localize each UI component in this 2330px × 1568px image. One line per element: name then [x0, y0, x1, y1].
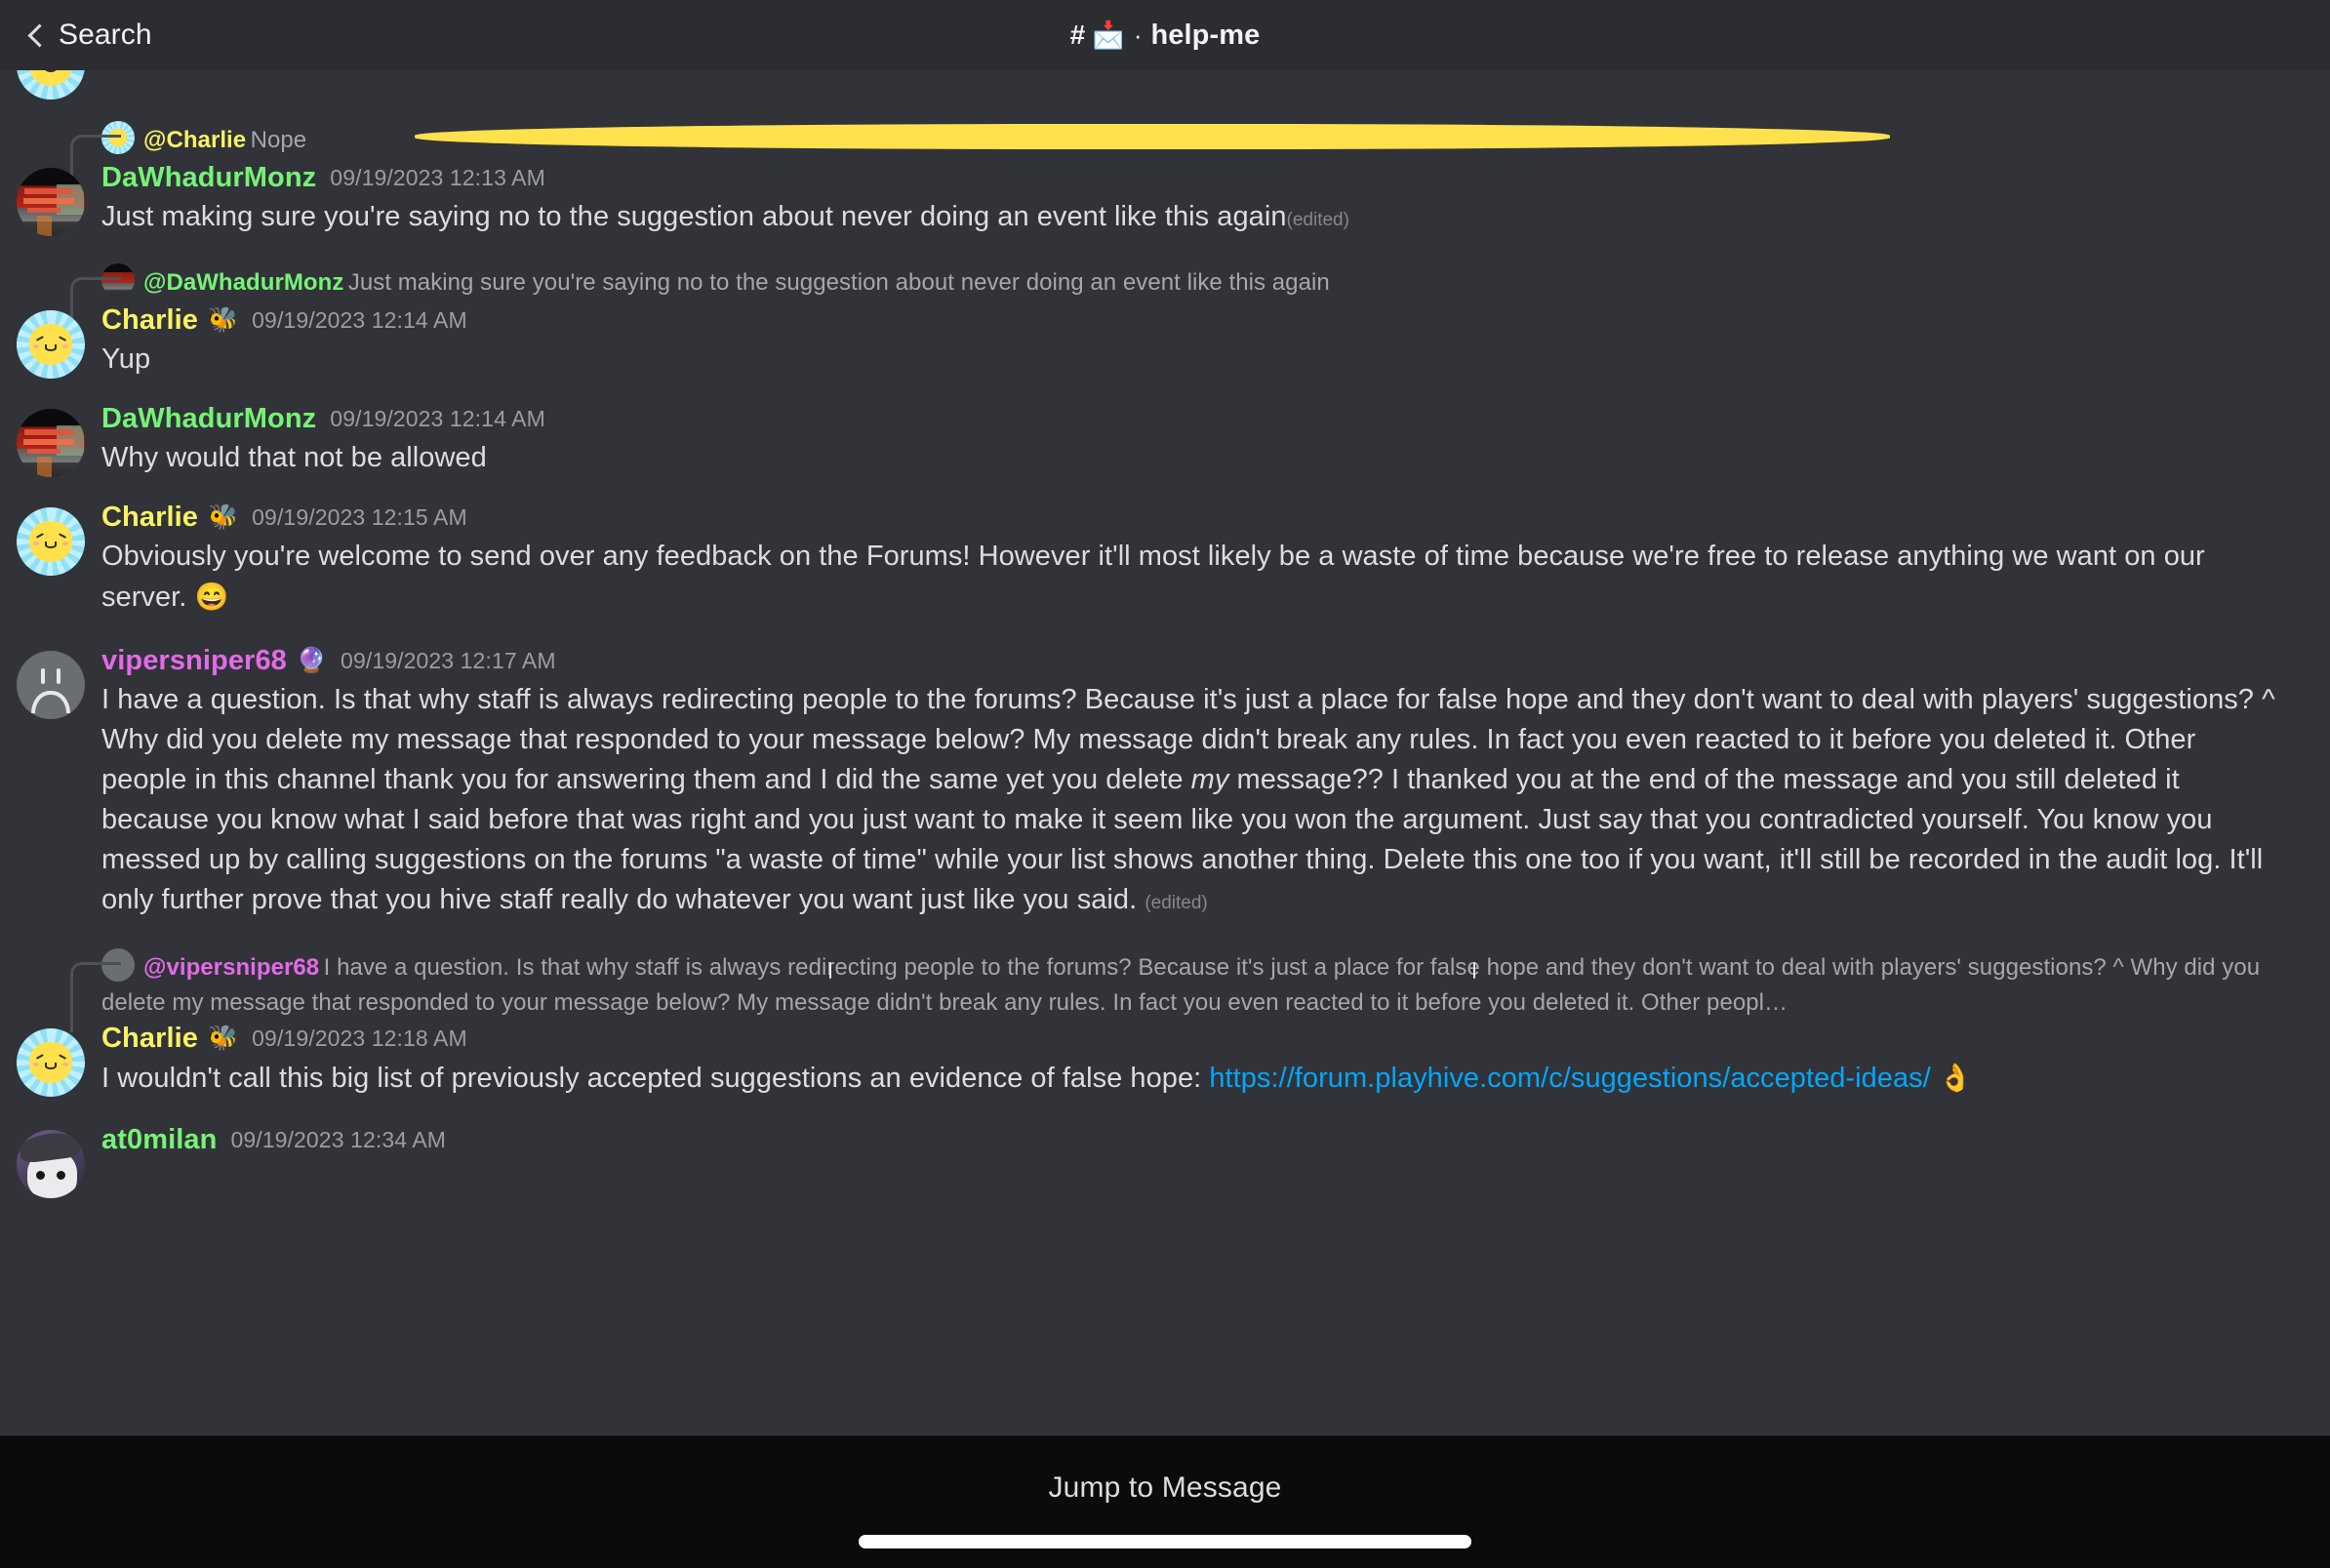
avatar-column: [0, 405, 101, 477]
message-text: Just making sure you're saying no to the…: [101, 201, 1349, 232]
channel-name: help-me: [1150, 19, 1261, 51]
bee-badge-icon: 🐝: [208, 503, 239, 531]
message-timestamp: 09/19/2023 12:14 AM: [330, 406, 545, 431]
message-author[interactable]: at0milan: [101, 1126, 217, 1154]
message-item[interactable]: Charlie 🐝 09/19/2023 12:15 AM Obviously …: [0, 478, 2330, 618]
reply-preview[interactable]: @Charlie Nope: [0, 115, 2305, 180]
message-item[interactable]: @Charlie Nope DaWhadurMonz 09/19/2023 12…: [0, 100, 2330, 240]
nether-star-badge-icon: 🔮: [296, 647, 328, 674]
dawhadurmonz-pixel-avatar: [101, 263, 135, 297]
message-author[interactable]: Charlie: [101, 1025, 198, 1053]
title-separator: ·: [1133, 20, 1143, 50]
avatar-column: [0, 70, 101, 100]
bee-badge-icon: 🐝: [208, 1025, 239, 1052]
message-timestamp: 09/19/2023 12:15 AM: [252, 504, 467, 530]
app-header: Search # 📩 · help-me: [0, 0, 2330, 70]
ok-hand-icon: 👌: [1938, 1063, 1973, 1093]
discord-search-result-screen: Search # 📩 · help-me Nope: [0, 0, 2330, 1568]
message-header: vipersniper68 🔮 09/19/2023 12:17 AM: [101, 647, 2285, 680]
message-item[interactable]: Nope: [0, 70, 2330, 100]
message-header: DaWhadurMonz 09/19/2023 12:13 AM: [101, 164, 2285, 197]
message-timestamp: 09/19/2023 12:18 AM: [252, 1025, 467, 1051]
reply-text: Just making sure you're saying no to the…: [347, 269, 1330, 296]
at0milan-cat-avatar[interactable]: [17, 1130, 85, 1198]
message-timestamp: 09/19/2023 12:13 AM: [330, 165, 545, 190]
avatar-column: [0, 503, 101, 576]
message-header: DaWhadurMonz 09/19/2023 12:14 AM: [101, 405, 2285, 438]
charlie-sun-avatar[interactable]: [17, 310, 85, 379]
forum-link[interactable]: https://forum.playhive.com/c/suggestions…: [1209, 1063, 1930, 1094]
message-item[interactable]: at0milan 09/19/2023 12:34 AM: [0, 1099, 2330, 1198]
message-list[interactable]: Nope @Charlie Nope: [0, 70, 2330, 1435]
charlie-sun-avatar[interactable]: [17, 507, 85, 576]
sad-face-avatar: [101, 948, 1475, 982]
reply-text: Nope: [250, 127, 307, 153]
reply-preview[interactable]: @DaWhadurMonz Just making sure you're sa…: [0, 258, 2305, 322]
sad-face-avatar[interactable]: [17, 651, 85, 719]
grinning-face-icon: 😄: [194, 582, 229, 612]
avatar-column: [0, 647, 101, 719]
reply-author[interactable]: @vipersniper68: [143, 954, 319, 981]
message-timestamp: 09/19/2023 12:17 AM: [341, 648, 556, 673]
reply-text: I have a question. Is that why staff is …: [101, 954, 2261, 1016]
avatar-column: [0, 1126, 101, 1198]
avatar-column: [0, 306, 101, 379]
hash-icon: #: [1069, 20, 1086, 50]
charlie-sun-avatar[interactable]: [17, 70, 85, 100]
avatar-column: [0, 1025, 101, 1097]
message-item[interactable]: DaWhadurMonz 09/19/2023 12:14 AM Why wou…: [0, 380, 2330, 478]
message-header: at0milan 09/19/2023 12:34 AM: [101, 1126, 2285, 1159]
message-text: Why would that not be allowed: [101, 442, 487, 473]
chevron-left-icon: [25, 24, 47, 46]
back-label: Search: [59, 19, 152, 51]
message-text: Obviously you're welcome to send over an…: [101, 541, 2205, 613]
channel-title: # 📩 · help-me: [0, 0, 2330, 70]
back-to-search-button[interactable]: Search: [25, 19, 152, 52]
envelope-icon: 📩: [1092, 20, 1125, 50]
reply-author[interactable]: @Charlie: [143, 127, 246, 153]
reply-preview[interactable]: @vipersniper68 I have a question. Is tha…: [0, 943, 2305, 1032]
edited-marker: (edited): [1286, 210, 1349, 230]
message-author[interactable]: Charlie: [101, 503, 198, 532]
message-header: Charlie 🐝 09/19/2023 12:15 AM: [101, 503, 2285, 537]
dawhadurmonz-pixel-avatar[interactable]: [17, 168, 85, 236]
message-author[interactable]: Charlie: [101, 306, 198, 335]
edited-marker: (edited): [1145, 893, 1208, 913]
home-indicator: [859, 1535, 1471, 1548]
message-item[interactable]: @vipersniper68 I have a question. Is tha…: [0, 923, 2330, 1099]
footer-bar: Jump to Message: [0, 1435, 2330, 1568]
jump-to-message-button[interactable]: Jump to Message: [1048, 1471, 1281, 1505]
message-author[interactable]: DaWhadurMonz: [101, 405, 316, 433]
message-text: Yup: [101, 343, 151, 375]
message-header: Charlie 🐝 09/19/2023 12:18 AM: [101, 1025, 2285, 1058]
charlie-sun-avatar: [101, 121, 1890, 154]
bee-badge-icon: 🐝: [208, 306, 239, 334]
message-timestamp: 09/19/2023 12:34 AM: [230, 1127, 447, 1152]
message-item[interactable]: vipersniper68 🔮 09/19/2023 12:17 AM I ha…: [0, 618, 2330, 923]
avatar-column: [0, 164, 101, 236]
message-author[interactable]: vipersniper68: [101, 647, 287, 675]
message-text: I wouldn't call this big list of previou…: [101, 1063, 1973, 1094]
charlie-sun-avatar[interactable]: [17, 1028, 85, 1097]
message-author[interactable]: DaWhadurMonz: [101, 164, 316, 192]
dawhadurmonz-pixel-avatar[interactable]: [17, 409, 85, 477]
message-text: I have a question. Is that why staff is …: [101, 684, 2275, 915]
message-item[interactable]: @DaWhadurMonz Just making sure you're sa…: [0, 240, 2330, 380]
reply-author[interactable]: @DaWhadurMonz: [143, 269, 343, 296]
message-header: Charlie 🐝 09/19/2023 12:14 AM: [101, 306, 2285, 340]
message-timestamp: 09/19/2023 12:14 AM: [252, 307, 467, 333]
